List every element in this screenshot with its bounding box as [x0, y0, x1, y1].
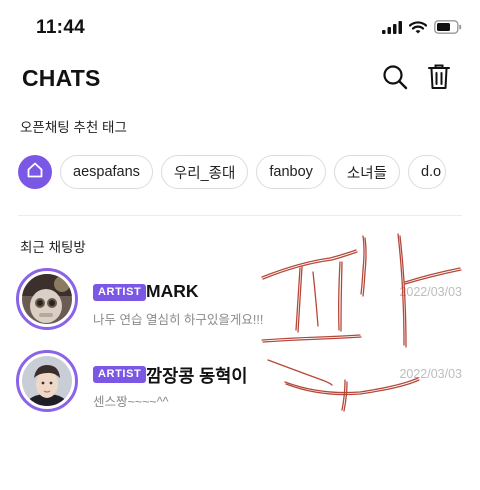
- chat-room-row[interactable]: ARTIST 깜장콩 동혁이 2022/03/03 센스짱~~~~^^: [0, 350, 480, 420]
- cellular-signal-icon: [382, 20, 402, 39]
- recent-section-label: 최근 채팅방: [20, 240, 86, 255]
- chat-date: 2022/03/03: [399, 367, 462, 381]
- tag-chip[interactable]: d.o: [407, 155, 447, 189]
- tag-chip[interactable]: 소녀들: [333, 155, 400, 189]
- battery-icon: [434, 20, 462, 39]
- avatar-image: [22, 356, 72, 406]
- page-title: CHATS: [22, 65, 101, 91]
- artist-badge: ARTIST: [93, 284, 147, 301]
- status-bar: 11:44: [0, 0, 480, 58]
- chat-date: 2022/03/03: [399, 285, 462, 299]
- artist-badge: ARTIST: [93, 366, 147, 383]
- chat-name: MARK: [146, 281, 199, 301]
- avatar: [16, 268, 78, 330]
- home-icon: [26, 161, 44, 184]
- tags-section-label: 오픈채팅 추천 태그: [20, 120, 127, 135]
- search-icon: [382, 64, 408, 95]
- tag-chip[interactable]: 우리_종대: [160, 155, 249, 189]
- divider: [18, 215, 462, 216]
- avatar-image: [22, 274, 72, 324]
- chat-last-message: 나두 연습 열심히 하구있을게요!!!: [93, 313, 264, 327]
- home-tag-button[interactable]: [18, 155, 52, 189]
- header: CHATS: [0, 58, 480, 108]
- status-time: 11:44: [36, 17, 86, 38]
- chat-name: 깜장콩 동혁이: [146, 366, 248, 386]
- status-icons: [382, 20, 462, 39]
- chat-room-row[interactable]: ARTIST MARK 2022/03/03 나두 연습 열심히 하구있을게요!…: [0, 268, 480, 338]
- delete-button[interactable]: [424, 64, 454, 94]
- chat-last-message: 센스짱~~~~^^: [93, 395, 169, 409]
- search-button[interactable]: [380, 64, 410, 94]
- tag-list: aespafans 우리_종대 fanboy 소녀들 d.o: [18, 153, 480, 191]
- avatar: [16, 350, 78, 412]
- trash-icon: [427, 63, 451, 95]
- tag-chip[interactable]: fanboy: [256, 155, 326, 189]
- wifi-icon: [408, 20, 428, 39]
- tag-chip[interactable]: aespafans: [60, 155, 153, 189]
